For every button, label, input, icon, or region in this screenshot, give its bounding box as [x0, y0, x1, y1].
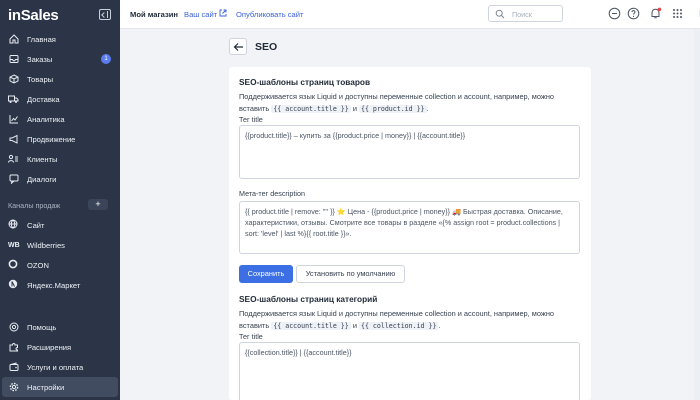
sidebar-item-billing[interactable]: Услуги и оплата	[0, 357, 120, 377]
search-input[interactable]: Поиск	[488, 5, 563, 22]
channel-ozon[interactable]: OZON	[0, 255, 120, 275]
category-title-label: Тег title	[239, 332, 263, 341]
save-button[interactable]: Сохранить	[239, 265, 293, 283]
description-period: .	[438, 320, 441, 330]
globe-icon	[8, 219, 21, 231]
sidebar-item-label: Главная	[27, 34, 56, 44]
chat-icon	[8, 174, 19, 185]
sidebar-item-label: Настройки	[27, 382, 65, 392]
wb-logo: WB	[8, 241, 20, 249]
description-conjunction: и	[352, 320, 357, 330]
truck-icon	[8, 94, 19, 105]
product-templates-heading: SEO-шаблоны страниц товаров	[239, 77, 371, 87]
product-meta-description-label: Мета-тег description	[239, 189, 306, 198]
sidebar-item-label: Доставка	[27, 94, 60, 104]
ozon-logo	[8, 259, 21, 271]
apps-grid-icon[interactable]	[671, 7, 684, 20]
sidebar-item-label: Клиенты	[27, 154, 58, 164]
code-snippet: {{ account.title }}	[271, 321, 351, 330]
sidebar-item-home[interactable]: Главная	[0, 29, 120, 49]
sidebar-item-label: Аналитика	[27, 114, 65, 124]
code-snippet: {{ collection.id }}	[359, 321, 439, 330]
category-title-textarea[interactable]: {{collection.title}} | {{account.title}}	[239, 342, 580, 400]
search-placeholder: Поиск	[512, 10, 532, 19]
product-templates-description: Поддерживается язык Liquid и доступны пе…	[239, 91, 579, 115]
users-list-icon	[8, 154, 19, 165]
channel-site[interactable]: Сайт	[0, 215, 120, 235]
seo-settings-card: SEO-шаблоны страниц товаров Поддерживает…	[229, 67, 591, 400]
sales-channels-list: Сайт WB Wildberries OZON Яндекс.Маркет	[0, 215, 120, 295]
product-title-label: Тег title	[239, 115, 263, 124]
brand-logo[interactable]: inSales	[8, 7, 59, 24]
collapse-sidebar-icon[interactable]	[99, 9, 111, 20]
yandex-market-logo	[8, 279, 21, 291]
sidebar-item-settings[interactable]: Настройки	[2, 377, 118, 397]
channel-label: OZON	[27, 260, 49, 270]
bottom-nav: Помощь Расширения Услуги и оплата Настро…	[0, 317, 120, 397]
code-snippet: {{ product.id }}	[359, 104, 427, 113]
sidebar-item-products[interactable]: Товары	[0, 69, 120, 89]
page-title: SEO	[255, 41, 278, 53]
sidebar-item-label: Продвижение	[27, 134, 76, 144]
description-conjunction: и	[352, 103, 357, 113]
channel-label: Wildberries	[27, 240, 65, 250]
megaphone-icon	[8, 134, 19, 145]
sidebar-item-label: Диалоги	[27, 174, 57, 184]
channel-label: Сайт	[27, 220, 45, 230]
code-snippet: {{ account.title }}	[271, 104, 351, 113]
category-templates-description: Поддерживается язык Liquid и доступны пе…	[239, 308, 579, 332]
orders-count-badge: 1	[101, 54, 111, 64]
sidebar-item-label: Расширения	[27, 342, 72, 352]
puzzle-icon	[8, 342, 19, 353]
main-nav: Главная Заказы 1 Товары Доставка Аналити…	[0, 29, 120, 189]
category-templates-heading: SEO-шаблоны страниц категорий	[239, 294, 378, 304]
your-site-link[interactable]: Ваш сайт	[184, 10, 217, 19]
home-icon	[8, 34, 19, 45]
sidebar-item-dialogs[interactable]: Диалоги	[0, 169, 120, 189]
box-icon	[8, 74, 19, 85]
inbox-icon	[8, 54, 19, 65]
sidebar-item-orders[interactable]: Заказы 1	[0, 49, 120, 69]
channel-label: Яндекс.Маркет	[27, 280, 81, 290]
channel-yandex-market[interactable]: Яндекс.Маркет	[0, 275, 120, 295]
sales-channels-heading: Каналы продаж	[8, 201, 61, 210]
chat-bubble-icon[interactable]	[608, 7, 621, 20]
back-button[interactable]	[229, 38, 247, 55]
store-name[interactable]: Мой магазин	[130, 10, 178, 19]
sidebar-item-promotion[interactable]: Продвижение	[0, 129, 120, 149]
sidebar-item-label: Товары	[27, 74, 54, 84]
description-period: .	[426, 103, 429, 113]
search-icon	[495, 9, 505, 19]
help-icon	[8, 322, 19, 333]
sidebar: inSales Главная Заказы 1 Товары Доставка…	[0, 0, 120, 400]
sidebar-item-label: Услуги и оплата	[27, 362, 84, 372]
sidebar-item-clients[interactable]: Клиенты	[0, 149, 120, 169]
help-circle-icon[interactable]	[627, 7, 640, 20]
arrow-left-icon	[233, 43, 243, 51]
sidebar-item-extensions[interactable]: Расширения	[0, 337, 120, 357]
sidebar-item-label: Помощь	[27, 322, 57, 332]
set-default-button[interactable]: Установить по умолчанию	[296, 265, 405, 283]
notifications-bell-icon[interactable]	[649, 7, 662, 20]
sidebar-item-label: Заказы	[27, 54, 53, 64]
gear-icon	[8, 382, 19, 393]
sidebar-item-help[interactable]: Помощь	[0, 317, 120, 337]
top-bar: Мой магазин Ваш сайт Опубликовать сайт П…	[120, 0, 700, 29]
sidebar-item-delivery[interactable]: Доставка	[0, 89, 120, 109]
product-title-textarea[interactable]: {{product.title}} – купить за {{product.…	[239, 125, 580, 179]
add-channel-button[interactable]: +	[88, 199, 108, 210]
chart-line-icon	[8, 114, 19, 125]
product-meta-description-textarea[interactable]: {{ product.title | remove: '"' }} ⭐ Цена…	[239, 201, 580, 254]
wallet-icon	[8, 362, 19, 373]
external-link-icon[interactable]	[219, 9, 227, 17]
sidebar-item-analytics[interactable]: Аналитика	[0, 109, 120, 129]
channel-wildberries[interactable]: WB Wildberries	[0, 235, 120, 255]
publish-site-link[interactable]: Опубликовать сайт	[236, 10, 304, 19]
page-scrollbar[interactable]	[694, 29, 700, 400]
